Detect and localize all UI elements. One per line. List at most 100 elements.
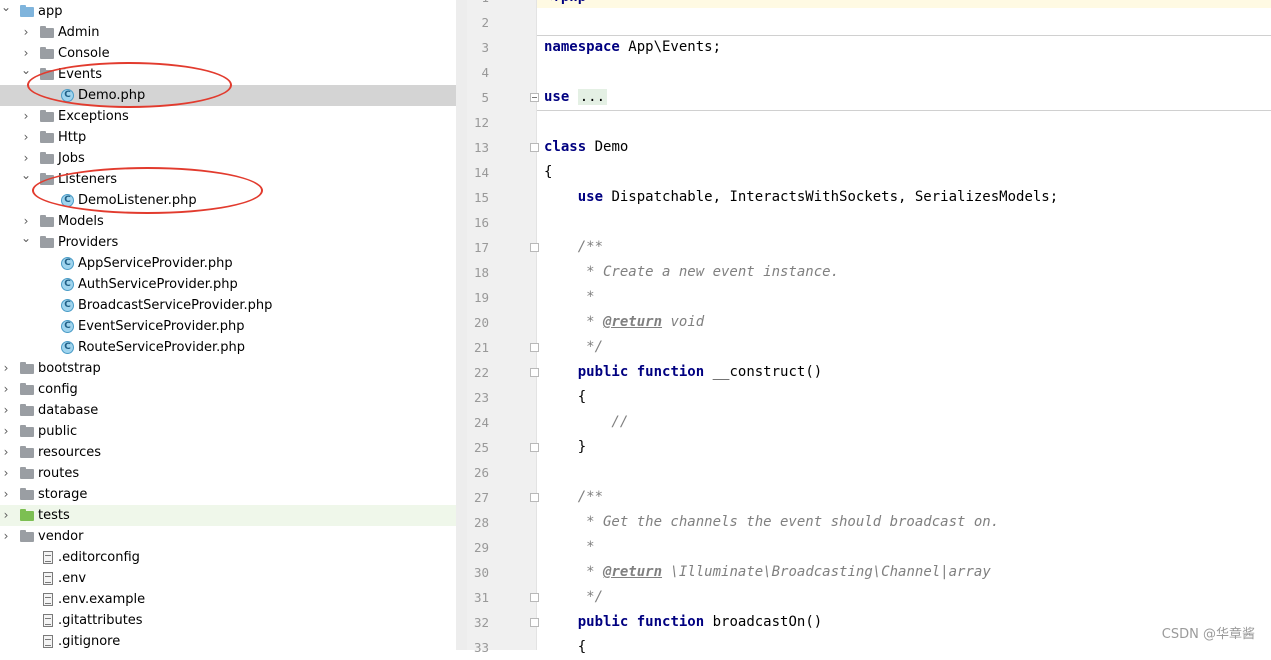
- tree-row[interactable]: › Admin: [0, 22, 456, 43]
- fold-collapse-icon[interactable]: [530, 143, 539, 152]
- tree-row[interactable]: .env: [0, 568, 456, 589]
- chevron-right-icon[interactable]: ›: [0, 421, 12, 442]
- code-line[interactable]: {: [544, 160, 552, 185]
- folded-imports[interactable]: ...: [577, 89, 608, 105]
- tree-row[interactable]: › bootstrap: [0, 358, 456, 379]
- code-token: {: [544, 639, 587, 655]
- fold-collapse-icon[interactable]: [530, 368, 539, 377]
- tree-row[interactable]: › config: [0, 379, 456, 400]
- fold-collapse-icon[interactable]: [530, 593, 539, 602]
- fold-collapse-icon[interactable]: [530, 443, 539, 452]
- tree-row[interactable]: › vendor: [0, 526, 456, 547]
- tree-row[interactable]: › Jobs: [0, 148, 456, 169]
- chevron-down-icon[interactable]: ⌄: [0, 0, 12, 18]
- tree-row[interactable]: C RouteServiceProvider.php: [0, 337, 456, 358]
- code-line[interactable]: //: [544, 410, 628, 435]
- chevron-right-icon[interactable]: ›: [0, 484, 12, 505]
- code-line[interactable]: * @return \Illuminate\Broadcasting\Chann…: [544, 560, 991, 585]
- folder-icon: [40, 47, 54, 59]
- code-token: Demo: [586, 139, 629, 155]
- line-number: 12: [473, 115, 489, 130]
- chevron-right-icon[interactable]: ›: [0, 463, 12, 484]
- fold-collapse-icon[interactable]: [530, 243, 539, 252]
- tree-row[interactable]: › resources: [0, 442, 456, 463]
- tree-row-label: tests: [38, 508, 70, 523]
- fold-collapse-icon[interactable]: [530, 493, 539, 502]
- tree-row[interactable]: ⌄ app: [0, 0, 456, 22]
- code-line[interactable]: namespace App\Events;: [544, 35, 721, 60]
- code-line[interactable]: /**: [544, 235, 603, 260]
- tree-row[interactable]: .editorconfig: [0, 547, 456, 568]
- folder-icon: [40, 152, 54, 164]
- code-line[interactable]: class Demo: [544, 135, 628, 160]
- code-line[interactable]: * @return void: [544, 310, 704, 335]
- chevron-right-icon[interactable]: ›: [0, 505, 12, 526]
- code-line[interactable]: */: [544, 585, 603, 610]
- code-token: __construct(): [704, 364, 823, 380]
- tree-row[interactable]: › Models: [0, 211, 456, 232]
- fold-collapse-icon[interactable]: [530, 343, 539, 352]
- tree-row-label: BroadcastServiceProvider.php: [78, 298, 273, 313]
- code-token: <?php: [544, 0, 586, 5]
- tree-row[interactable]: C EventServiceProvider.php: [0, 316, 456, 337]
- tree-row-label: resources: [38, 445, 102, 460]
- line-number: 5: [481, 90, 489, 105]
- tree-row-label: EventServiceProvider.php: [78, 319, 245, 334]
- code-line[interactable]: * Create a new event instance.: [544, 260, 839, 285]
- code-line[interactable]: {: [544, 385, 586, 410]
- tree-row-label: .gitattributes: [58, 613, 143, 628]
- tree-row[interactable]: .env.example: [0, 589, 456, 610]
- tree-row[interactable]: › storage: [0, 484, 456, 505]
- tree-row[interactable]: ⌄ Providers: [0, 231, 456, 253]
- code-token: @return: [603, 564, 663, 580]
- code-line[interactable]: {: [544, 635, 586, 660]
- chevron-right-icon[interactable]: ›: [0, 400, 12, 421]
- chevron-right-icon[interactable]: ›: [20, 106, 32, 127]
- code-line[interactable]: use ...: [544, 85, 608, 110]
- tree-row[interactable]: › routes: [0, 463, 456, 484]
- tree-row[interactable]: .gitignore: [0, 631, 456, 650]
- code-line[interactable]: */: [544, 335, 603, 360]
- tree-row[interactable]: › tests: [0, 505, 467, 526]
- chevron-down-icon[interactable]: ⌄: [20, 228, 32, 249]
- tree-row[interactable]: › database: [0, 400, 456, 421]
- chevron-right-icon[interactable]: ›: [0, 526, 12, 547]
- code-token: use: [544, 89, 570, 105]
- fold-expand-icon[interactable]: [530, 93, 539, 102]
- tree-row[interactable]: › Http: [0, 127, 456, 148]
- code-line[interactable]: * Get the channels the event should broa…: [544, 510, 999, 535]
- code-token: {: [544, 164, 553, 180]
- code-token: broadcastOn(): [704, 614, 823, 630]
- tree-row[interactable]: C BroadcastServiceProvider.php: [0, 295, 456, 316]
- tree-scrollbar[interactable]: [456, 0, 467, 650]
- folder-icon: [20, 488, 34, 500]
- code-line[interactable]: *: [544, 535, 594, 560]
- tree-row[interactable]: .gitattributes: [0, 610, 456, 631]
- tree-row[interactable]: C AppServiceProvider.php: [0, 253, 456, 274]
- code-line[interactable]: <?php: [544, 0, 586, 10]
- code-line[interactable]: public function broadcastOn(): [544, 610, 822, 635]
- line-number: 33: [473, 640, 489, 655]
- chevron-right-icon[interactable]: ›: [0, 358, 12, 379]
- fold-collapse-icon[interactable]: [530, 618, 539, 627]
- code-line[interactable]: public function __construct(): [544, 360, 822, 385]
- tree-row-label: Exceptions: [58, 109, 129, 124]
- code-line[interactable]: *: [544, 285, 594, 310]
- chevron-right-icon[interactable]: ›: [0, 442, 12, 463]
- code-line[interactable]: }: [544, 435, 586, 460]
- tree-row-label: Models: [58, 214, 104, 229]
- code-line[interactable]: /**: [544, 485, 603, 510]
- code-line[interactable]: use Dispatchable, InteractsWithSockets, …: [544, 185, 1058, 210]
- line-number: 3: [481, 40, 489, 55]
- tree-row[interactable]: C AuthServiceProvider.php: [0, 274, 456, 295]
- tree-row[interactable]: › Exceptions: [0, 106, 456, 127]
- annotation-ellipse: [27, 62, 232, 108]
- tree-row[interactable]: › Console: [0, 43, 456, 64]
- chevron-right-icon[interactable]: ›: [0, 379, 12, 400]
- line-number: 22: [473, 365, 489, 380]
- tree-row[interactable]: › public: [0, 421, 456, 442]
- chevron-down-icon[interactable]: ⌄: [20, 165, 32, 186]
- chevron-right-icon[interactable]: ›: [20, 22, 32, 43]
- chevron-right-icon[interactable]: ›: [20, 127, 32, 148]
